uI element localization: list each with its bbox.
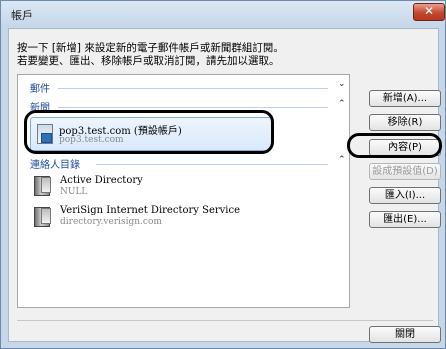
server-icon <box>34 176 51 196</box>
add-button[interactable]: 新增(A)... <box>369 90 441 107</box>
group-divider <box>58 107 328 108</box>
close-button[interactable]: 關閉 <box>369 326 441 343</box>
set-default-button[interactable]: 設成預設值(D) <box>369 163 441 180</box>
chevron-up-icon[interactable]: ⌃ <box>338 99 346 109</box>
export-button[interactable]: 匯出(E)... <box>369 211 441 228</box>
footer-divider <box>17 320 433 321</box>
instructions: 按一下 [新增] 來設定新的電子郵件帳戶或新聞群組訂閱。 若要變更、匯出、移除帳… <box>17 42 284 68</box>
accounts-dialog: 帳戶 ✕ 按一下 [新增] 來設定新的電子郵件帳戶或新聞群組訂閱。 若要變更、匯… <box>0 0 446 349</box>
chevron-down-icon[interactable]: ⌄ <box>338 79 346 89</box>
remove-button[interactable]: 移除(R) <box>369 114 441 131</box>
directory-name: Active Directory <box>60 175 143 186</box>
server-icon <box>34 207 51 227</box>
group-header-directory[interactable]: 連絡人目錄 <box>30 156 80 171</box>
group-divider <box>96 164 328 165</box>
instruction-line-1: 按一下 [新增] 來設定新的電子郵件帳戶或新聞群組訂閱。 <box>17 42 284 54</box>
directory-server: directory.verisign.com <box>60 217 162 227</box>
instruction-line-2: 若要變更、匯出、移除帳戶或取消訂閱，請先加以選取。 <box>17 55 280 67</box>
directory-server: NULL <box>60 187 88 197</box>
chevron-up-icon[interactable]: ⌃ <box>338 155 346 165</box>
group-header-mail[interactable]: 郵件 <box>30 80 50 95</box>
window-title: 帳戶 <box>11 9 33 22</box>
group-divider <box>58 88 328 89</box>
highlight-ring-account <box>24 110 274 154</box>
highlight-ring-properties <box>347 133 442 158</box>
title-bar: 帳戶 ✕ <box>1 1 445 27</box>
directory-name: VeriSign Internet Directory Service <box>60 205 241 216</box>
close-window-button[interactable]: ✕ <box>413 3 445 21</box>
dialog-body: 按一下 [新增] 來設定新的電子郵件帳戶或新聞群組訂閱。 若要變更、匯出、移除帳… <box>8 28 441 343</box>
import-button[interactable]: 匯入(I)... <box>369 187 441 204</box>
